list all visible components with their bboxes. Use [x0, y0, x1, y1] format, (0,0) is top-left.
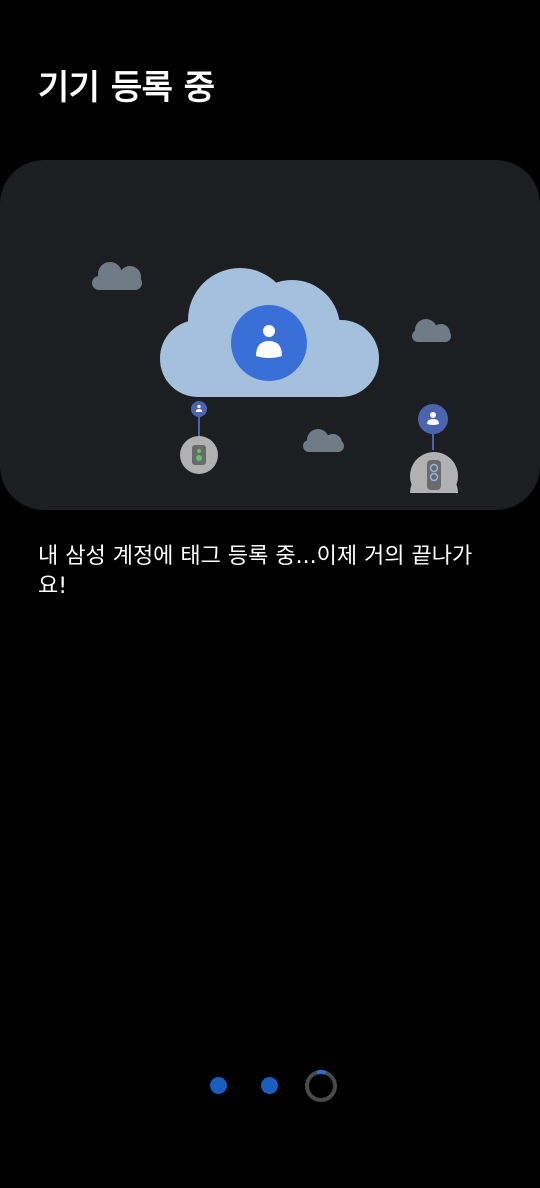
page-title: 기기 등록 중: [38, 68, 215, 108]
right-device: [410, 404, 458, 510]
registration-illustration: [0, 160, 540, 510]
progress-indicator: [0, 1062, 540, 1110]
cloud-icon: [92, 262, 142, 290]
speaker-device-icon: [410, 452, 458, 510]
status-message: 내 삼성 계정에 태그 등록 중...이제 거의 끝나가요!: [38, 544, 473, 599]
left-device: [180, 401, 218, 474]
account-icon: [231, 305, 307, 381]
speaker-device-icon: [180, 436, 218, 474]
cloud-icon: [303, 429, 344, 452]
step-dot-completed: [261, 1077, 278, 1094]
loading-spinner-icon: [305, 1069, 337, 1102]
step-dot-completed: [210, 1077, 227, 1094]
cloud-icon: [412, 319, 451, 342]
